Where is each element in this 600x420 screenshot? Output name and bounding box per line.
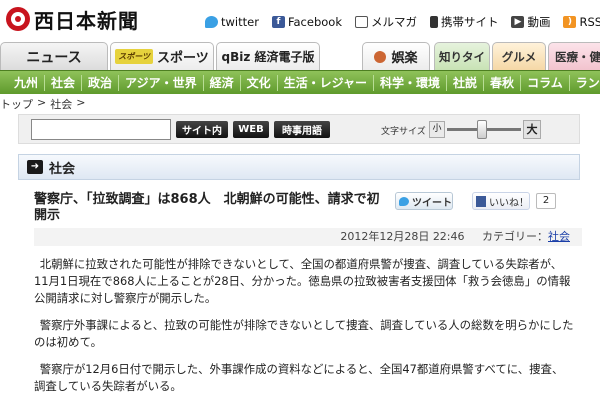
mail-icon <box>354 16 368 28</box>
article-headline: 警察庁、「拉致調査」は868人 北朝鮮の可能性、請求で初開示 <box>34 192 380 223</box>
article-date: 2012年12月28日 22:46 <box>340 230 465 243</box>
category-asia-world[interactable]: アジア・世界 <box>119 74 204 91</box>
mobile-site-link[interactable]: 携帯サイト <box>429 14 499 30</box>
rss-link-label: RSS <box>579 15 600 29</box>
rss-link[interactable]: ) RSS <box>563 14 600 30</box>
tab-iryou[interactable]: 医療・健 <box>548 42 600 70</box>
facebook-like-button[interactable]: いいね！ <box>472 192 530 210</box>
main-nav-tabs: ニュース スポーツ スポーツ qBiz 経済電子版 娯楽 知りタイ グルメ 医療… <box>0 42 600 70</box>
mailmag-link-label: メルマガ <box>370 15 417 29</box>
logo-mark-icon <box>6 7 30 31</box>
breadcrumb-separator: > <box>76 96 86 109</box>
twitter-icon <box>205 16 218 28</box>
rss-icon: ) <box>563 16 577 28</box>
tab-gurume-label: グルメ <box>501 49 537 64</box>
section-title: 社会 <box>49 161 76 177</box>
tab-goraku[interactable]: 娯楽 <box>362 42 430 70</box>
tab-sports-label: スポーツ <box>157 51 209 66</box>
tab-qbiz[interactable]: qBiz 経済電子版 <box>216 42 320 70</box>
category-shunju[interactable]: 春秋 <box>484 74 522 91</box>
font-size-label: 文字サイズ <box>381 127 426 137</box>
sports-badge: スポーツ <box>115 49 154 64</box>
tweet-button-label: ツイート <box>412 197 452 209</box>
category-seiji[interactable]: 政治 <box>82 74 120 91</box>
section-header: ➜ 社会 <box>18 154 580 180</box>
category-bunka[interactable]: 文化 <box>241 74 278 91</box>
breadcrumb-separator: > <box>37 96 47 109</box>
font-size-large-button[interactable]: 大 <box>523 120 541 139</box>
facebook-icon <box>476 195 486 207</box>
font-size-small-button[interactable]: 小 <box>429 121 445 138</box>
glossary-search-button[interactable]: 時事用語 <box>274 121 330 138</box>
category-link[interactable]: 社会 <box>548 230 570 243</box>
like-button-label: いいね！ <box>489 197 529 209</box>
article-paragraph: 警察庁外事課によると、拉致の可能性が排除できないとして捜査、調査している人の総数… <box>34 318 574 349</box>
facebook-icon: f <box>271 16 285 28</box>
site-logo[interactable]: 西日本新聞 <box>6 6 139 33</box>
search-input[interactable] <box>31 119 171 140</box>
tweet-button[interactable]: ツイート <box>395 192 453 210</box>
breadcrumb-current[interactable]: 社会 <box>50 96 72 112</box>
tab-news-label: ニュース <box>26 49 82 66</box>
tab-news[interactable]: ニュース <box>0 42 108 70</box>
facebook-link-label: Facebook <box>287 15 342 29</box>
font-size-slider-thumb[interactable] <box>477 120 487 139</box>
goraku-icon <box>374 50 387 63</box>
twitter-link[interactable]: twitter <box>205 14 259 30</box>
tab-shiritai-label: 知りタイ <box>439 49 485 64</box>
video-icon: ▶ <box>511 16 525 28</box>
phone-icon <box>429 16 438 28</box>
article-paragraph: 北朝鮮に拉致された可能性が排除できないとして、全国の都道府県警が捜査、調査してい… <box>34 257 571 305</box>
tab-shiritai[interactable]: 知りタイ <box>434 42 490 70</box>
tab-sports[interactable]: スポーツ スポーツ <box>110 42 214 70</box>
tab-gurume[interactable]: グルメ <box>492 42 546 70</box>
article-body: 北朝鮮に拉致された可能性が排除できないとして、全国の都道府県警が捜査、調査してい… <box>34 256 574 405</box>
header-links: twitter f Facebook メルマガ 携帯サイト ▶ 動画 ) RSS <box>205 14 600 30</box>
video-link[interactable]: ▶ 動画 <box>511 14 550 30</box>
search-bar: サイト内 WEB 時事用語 文字サイズ 小 大 <box>18 114 580 144</box>
web-search-button[interactable]: WEB <box>233 121 269 138</box>
twitter-link-label: twitter <box>221 15 259 29</box>
article-paragraph: 警察庁が12月6日付で開示した、外事課作成の資料などによると、全国47都道府県警… <box>34 362 564 393</box>
category-kagaku[interactable]: 科学・環境 <box>374 74 448 91</box>
facebook-link[interactable]: f Facebook <box>271 14 342 30</box>
category-shasetsu[interactable]: 社説 <box>447 74 485 91</box>
like-count: 2 <box>536 193 556 209</box>
category-seikatsu[interactable]: 生活・レジャー <box>278 74 375 91</box>
tab-qbiz-label: qBiz 経済電子版 <box>221 50 315 64</box>
tab-goraku-label: 娯楽 <box>391 51 418 66</box>
category-column[interactable]: コラム <box>521 74 570 91</box>
arrow-right-icon: ➜ <box>27 160 43 174</box>
video-link-label: 動画 <box>527 15 551 29</box>
category-bar: 九州 社会 政治 アジア・世界 経済 文化 生活・レジャー 科学・環境 社説 春… <box>0 70 600 94</box>
breadcrumb: トップ > 社会 > <box>0 96 85 112</box>
category-ranking[interactable]: ランキ <box>570 75 600 91</box>
category-kyushu[interactable]: 九州 <box>0 74 46 91</box>
tab-iryou-label: 医療・健 <box>555 49 600 64</box>
logo-text: 西日本新聞 <box>34 8 139 33</box>
article-dateline: 2012年12月28日 22:46 カテゴリー：社会 <box>34 228 582 246</box>
site-header: 西日本新聞 twitter f Facebook メルマガ 携帯サイト ▶ 動画… <box>0 0 600 42</box>
category-label: カテゴリー： <box>482 230 548 243</box>
mobile-site-link-label: 携帯サイト <box>440 15 499 29</box>
breadcrumb-top[interactable]: トップ <box>0 96 33 112</box>
site-search-button[interactable]: サイト内 <box>176 121 228 138</box>
category-keizai[interactable]: 経済 <box>204 74 241 91</box>
mailmag-link[interactable]: メルマガ <box>354 14 417 30</box>
category-shakai[interactable]: 社会 <box>45 74 83 91</box>
twitter-bird-icon <box>399 196 409 206</box>
